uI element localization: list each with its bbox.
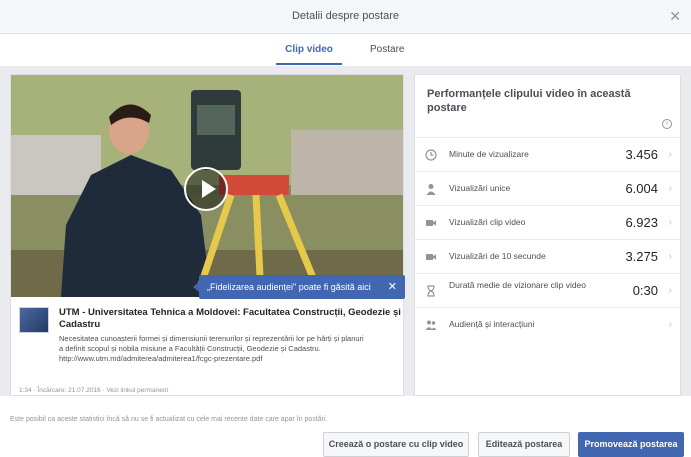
metric-audience-engagement[interactable]: Audiență și interacțiuni › [415, 307, 680, 341]
description-line: a definit scopul și nobila misiune a Fac… [59, 344, 321, 353]
metric-value: 3.456 [625, 147, 658, 162]
create-video-post-button[interactable]: Creează o postare cu clip video [323, 432, 469, 457]
metric-label: Audiență și interacțiuni [449, 319, 535, 329]
metric-average-watch-time[interactable]: Durată medie de vizionare clip video 0:3… [415, 273, 680, 307]
chevron-right-icon: › [668, 183, 672, 194]
footer-note: Este posibil ca aceste statistici încă s… [10, 416, 328, 423]
metric-label: Durată medie de vizionare clip video [449, 280, 587, 290]
chevron-right-icon: › [668, 217, 672, 228]
person-icon [426, 184, 436, 195]
page-text: UTM - Universitatea Tehnica a Moldovei: … [59, 307, 403, 364]
metric-unique-views[interactable]: Vizualizări unice 6.004 › [415, 171, 680, 205]
video-thumbnail[interactable] [11, 75, 403, 297]
tooltip-close-icon[interactable]: ✕ [388, 280, 397, 293]
video-icon [426, 220, 436, 226]
metric-video-views[interactable]: Vizualizări clip video 6.923 › [415, 205, 680, 239]
hourglass-icon [427, 285, 435, 297]
info-icon[interactable]: i [662, 119, 672, 129]
metric-label: Vizualizări unice [449, 183, 511, 193]
chevron-right-icon: › [668, 149, 672, 160]
tooltip-text: „Fidelizarea audienței" poate fi găsită … [207, 282, 371, 292]
edit-post-button[interactable]: Editează postarea [478, 432, 570, 457]
performance-panel: Performanțele clipului video în această … [414, 74, 681, 396]
chevron-right-icon: › [668, 285, 672, 296]
chevron-right-icon: › [668, 251, 672, 262]
video-panel: „Fidelizarea audienței" poate fi găsită … [10, 74, 405, 396]
dialog-content: „Fidelizarea audienței" poate fi găsită … [0, 66, 691, 396]
metric-10-second-views[interactable]: Vizualizări de 10 secunde 3.275 › [415, 239, 680, 273]
metric-value: 6.923 [625, 215, 658, 230]
tab-post[interactable]: Postare [370, 44, 404, 63]
metric-label: Vizualizări clip video [449, 217, 526, 227]
page-name[interactable]: UTM - Universitatea Tehnica a Moldovei: … [59, 307, 403, 331]
dialog-title: Detalii despre postare [291, 10, 399, 22]
video-meta: 1:34 · Încărcare: 21.07.2016 · Vezi link… [19, 387, 169, 394]
description-link[interactable]: http://www.utm.md/admiterea/admiterea1/f… [59, 354, 403, 364]
close-icon[interactable]: ✕ [669, 8, 681, 25]
description-line: Necesitatea cunoașterii formei și dimens… [59, 334, 364, 343]
metric-label: Minute de vizualizare [449, 149, 529, 159]
dialog-header: Detalii despre postare ✕ [0, 0, 691, 34]
video-icon [426, 254, 436, 260]
metric-value: 0:30 [632, 283, 658, 298]
metric-minutes-viewed[interactable]: Minute de vizualizare 3.456 › [415, 137, 680, 171]
page-avatar[interactable] [19, 307, 49, 333]
metric-label: Vizualizări de 10 secunde [449, 251, 546, 261]
tab-bar: Clip video Postare [0, 34, 691, 66]
tooltip-arrow [193, 282, 199, 292]
metric-value: 3.275 [625, 249, 658, 264]
promote-post-button[interactable]: Promovează postarea [578, 432, 684, 457]
chevron-right-icon: › [668, 319, 672, 330]
tab-video[interactable]: Clip video [276, 44, 342, 65]
people-icon [425, 320, 437, 330]
metric-value: 6.004 [625, 181, 658, 196]
audience-tooltip: „Fidelizarea audienței" poate fi găsită … [193, 275, 405, 299]
page-description: Necesitatea cunoașterii formei și dimens… [59, 334, 403, 364]
clock-icon [425, 149, 437, 161]
play-button[interactable] [184, 167, 228, 211]
performance-title: Performanțele clipului video în această … [427, 88, 631, 114]
